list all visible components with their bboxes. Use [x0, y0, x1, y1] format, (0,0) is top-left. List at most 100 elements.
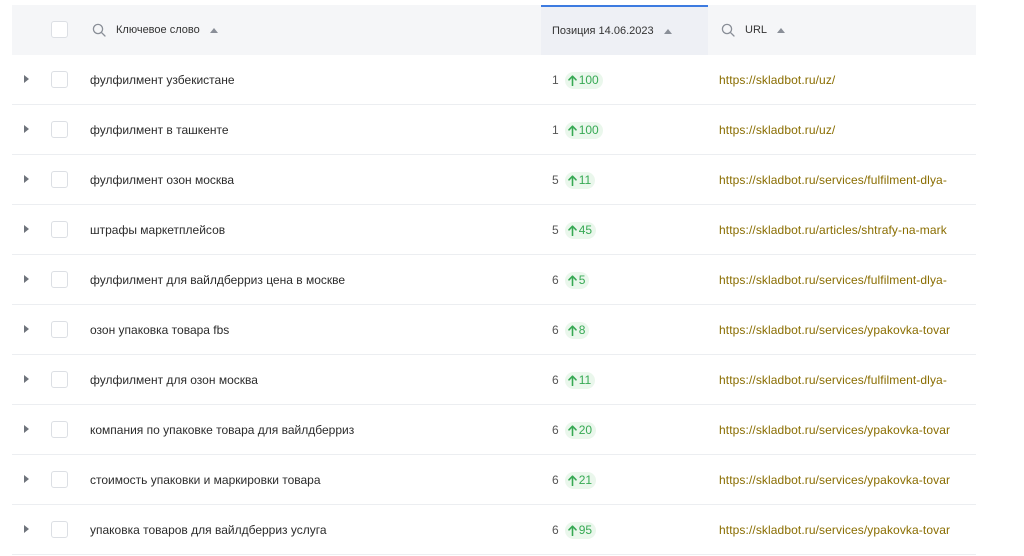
expand-row-icon[interactable]	[24, 325, 29, 333]
position-change-badge: 21	[564, 471, 597, 489]
row-checkbox[interactable]	[51, 521, 68, 538]
position-header-label: Позиция 14.06.2023	[552, 25, 654, 37]
expand-row-icon[interactable]	[24, 525, 29, 533]
position-cell: 6 95	[552, 505, 597, 555]
sort-ascending-icon[interactable]	[663, 28, 672, 34]
row-checkbox[interactable]	[51, 271, 68, 288]
position-cell: 6 8	[552, 305, 590, 355]
keyword-cell: фулфилмент для вайлдберриз цена в москве	[90, 273, 346, 287]
position-value: 5	[552, 173, 559, 187]
url-link[interactable]: https://skladbot.ru/services/ypakovka-to…	[719, 405, 976, 455]
expand-row-icon[interactable]	[24, 425, 29, 433]
keyword-table: Ключевое слово Позиция 14.06.2023 URL фу…	[12, 5, 976, 555]
expand-row-icon[interactable]	[24, 75, 29, 83]
table-body: фулфилмент узбекистане 1 100 https://skl…	[12, 55, 976, 555]
row-checkbox[interactable]	[51, 371, 68, 388]
position-change-value: 20	[578, 423, 593, 437]
expand-row-icon[interactable]	[24, 375, 29, 383]
row-checkbox[interactable]	[51, 221, 68, 238]
url-text: https://skladbot.ru/services/ypakovka-to…	[719, 523, 951, 537]
arrow-up-icon	[567, 424, 577, 436]
expand-row-icon[interactable]	[24, 225, 29, 233]
search-icon[interactable]	[92, 23, 106, 37]
url-header-label: URL	[745, 24, 768, 36]
table-row: фулфилмент узбекистане 1 100 https://skl…	[12, 55, 976, 105]
expand-row-icon[interactable]	[24, 275, 29, 283]
sort-ascending-icon[interactable]	[209, 27, 218, 33]
position-change-badge: 100	[564, 121, 603, 139]
position-value: 6	[552, 273, 559, 287]
keyword-cell: штрафы маркетплейсов	[90, 223, 226, 237]
url-link[interactable]: https://skladbot.ru/services/ypakovka-to…	[719, 305, 976, 355]
position-change-badge: 95	[564, 521, 597, 539]
arrow-up-icon	[567, 324, 577, 336]
keyword-cell: упаковка товаров для вайлдберриз услуга	[90, 523, 327, 537]
position-value: 1	[552, 73, 559, 87]
position-change-badge: 45	[564, 221, 597, 239]
column-header-keyword[interactable]: Ключевое слово	[78, 5, 541, 55]
position-value: 6	[552, 523, 559, 537]
arrow-up-icon	[567, 124, 577, 136]
arrow-up-icon	[567, 174, 577, 186]
url-link[interactable]: https://skladbot.ru/services/fulfilment-…	[719, 255, 976, 305]
url-text: https://skladbot.ru/services/fulfilment-…	[719, 173, 947, 187]
row-checkbox[interactable]	[51, 321, 68, 338]
column-header-url[interactable]: URL	[708, 5, 976, 55]
url-link[interactable]: https://skladbot.ru/services/ypakovka-to…	[719, 455, 976, 505]
url-text: https://skladbot.ru/services/ypakovka-to…	[719, 473, 951, 487]
table-row: фулфилмент в ташкенте 1 100 https://skla…	[12, 105, 976, 155]
position-value: 6	[552, 473, 559, 487]
keyword-cell: стоимость упаковки и маркировки товара	[90, 473, 321, 487]
position-cell: 5 11	[552, 155, 596, 205]
keyword-cell: фулфилмент в ташкенте	[90, 123, 229, 137]
position-change-badge: 5	[564, 271, 590, 289]
position-change-value: 11	[578, 173, 592, 187]
keyword-cell: компания по упаковке товара для вайлдбер…	[90, 423, 355, 437]
expand-row-icon[interactable]	[24, 125, 29, 133]
position-change-value: 21	[578, 473, 593, 487]
url-text: https://skladbot.ru/services/fulfilment-…	[719, 373, 947, 387]
url-link[interactable]: https://skladbot.ru/services/ypakovka-to…	[719, 505, 976, 555]
position-change-badge: 11	[564, 171, 596, 189]
table-row: фулфилмент для вайлдберриз цена в москве…	[12, 255, 976, 305]
position-cell: 6 21	[552, 455, 597, 505]
url-text: https://skladbot.ru/articles/shtrafy-na-…	[719, 223, 947, 237]
keyword-cell: фулфилмент озон москва	[90, 173, 235, 187]
table-row: штрафы маркетплейсов 5 45 https://skladb…	[12, 205, 976, 255]
keyword-cell: озон упаковка товара fbs	[90, 323, 230, 337]
row-checkbox[interactable]	[51, 71, 68, 88]
url-link[interactable]: https://skladbot.ru/uz/	[719, 105, 976, 155]
url-text: https://skladbot.ru/services/ypakovka-to…	[719, 323, 951, 337]
url-link[interactable]: https://skladbot.ru/uz/	[719, 55, 976, 105]
position-value: 6	[552, 373, 559, 387]
arrow-up-icon	[567, 524, 577, 536]
sort-ascending-icon[interactable]	[777, 27, 786, 33]
search-icon[interactable]	[721, 23, 735, 37]
url-text: https://skladbot.ru/uz/	[719, 73, 836, 87]
position-change-value: 95	[578, 523, 593, 537]
arrow-up-icon	[567, 374, 577, 386]
row-checkbox[interactable]	[51, 471, 68, 488]
url-link[interactable]: https://skladbot.ru/services/fulfilment-…	[719, 355, 976, 405]
arrow-up-icon	[567, 474, 577, 486]
row-checkbox[interactable]	[51, 421, 68, 438]
url-link[interactable]: https://skladbot.ru/services/fulfilment-…	[719, 155, 976, 205]
position-value: 5	[552, 223, 559, 237]
keyword-cell: фулфилмент для озон москва	[90, 373, 258, 387]
expand-row-icon[interactable]	[24, 475, 29, 483]
position-change-value: 8	[578, 323, 586, 337]
position-change-value: 100	[578, 73, 599, 87]
row-checkbox[interactable]	[51, 121, 68, 138]
url-link[interactable]: https://skladbot.ru/articles/shtrafy-na-…	[719, 205, 976, 255]
select-all-checkbox[interactable]	[51, 21, 68, 38]
position-change-value: 11	[578, 373, 592, 387]
row-checkbox[interactable]	[51, 171, 68, 188]
keyword-header-label: Ключевое слово	[116, 24, 200, 36]
position-change-badge: 100	[564, 71, 603, 89]
table-row: компания по упаковке товара для вайлдбер…	[12, 405, 976, 455]
expand-row-icon[interactable]	[24, 175, 29, 183]
column-header-position[interactable]: Позиция 14.06.2023	[541, 5, 708, 55]
position-cell: 6 5	[552, 255, 590, 305]
url-text: https://skladbot.ru/services/ypakovka-to…	[719, 423, 951, 437]
position-value: 6	[552, 323, 559, 337]
